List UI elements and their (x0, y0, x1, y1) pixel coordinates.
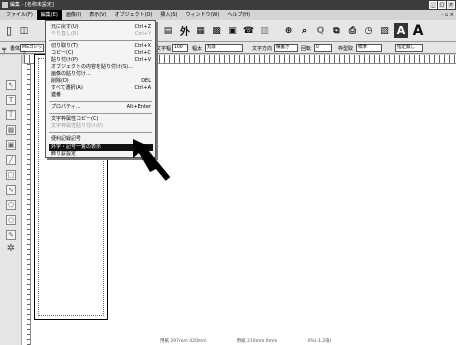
menu-item-paste-image[interactable]: 画像の貼り付け... (51, 71, 151, 78)
menu-item-redo[interactable]: やり直し(R) Ctrl+Y (51, 31, 151, 38)
menu-item-copy[interactable]: コピー(C) Ctrl+C (51, 50, 151, 57)
vertical-ruler (22, 64, 31, 345)
menu-help[interactable]: ヘルプ(H) (223, 10, 254, 20)
grid-icon[interactable]: ▥ (258, 23, 271, 38)
menu-item-select-all[interactable]: すべて選択(A) Ctrl+A (51, 85, 151, 92)
direction-label: 文字方向 (252, 46, 273, 52)
curve-tool-icon[interactable]: ∿ (6, 185, 16, 195)
large-a-icon[interactable]: A (411, 23, 425, 39)
brush-tool-icon[interactable]: ✎ (6, 230, 16, 240)
maximize-button[interactable]: □ (438, 1, 446, 9)
format-select[interactable]: 丸等 (205, 44, 243, 52)
rotation-select[interactable]: 0 (314, 44, 332, 52)
ellipse-tool-icon[interactable]: ○ (6, 215, 16, 225)
polygon-tool-icon[interactable]: ⬠ (6, 200, 16, 210)
spec-select[interactable]: 指定無し (395, 44, 423, 52)
zoom-icon[interactable]: ⌕ (298, 23, 311, 38)
application-window: 編集 - [名称未設定] _ □ × ファイル(F) 編集(E) 画像(I) 表… (0, 0, 456, 345)
menu-item-properties[interactable]: プロパティ... Alt+Enter (51, 104, 151, 111)
menu-insert[interactable]: 挿入(S) (156, 10, 181, 20)
print-icon[interactable]: ⎙ (346, 23, 359, 38)
menu-item-paste-object[interactable]: オブジェクトの内容を貼り付け(S)... (51, 64, 151, 71)
status-bar: 用紙 297mm 420mm 用紙 210mm 0mm 0%(-1.2倍) (160, 338, 456, 345)
new-icon[interactable]: ▯ (3, 23, 15, 38)
menu-edit[interactable]: 編集(E) (36, 10, 62, 20)
menu-separator (49, 101, 152, 102)
sort-icon[interactable]: ▧ (378, 23, 391, 38)
status-page-size: 用紙 297mm 420mm (160, 339, 207, 344)
mdi-controls[interactable]: - ▫ × (437, 10, 456, 20)
app-icon (2, 1, 8, 8)
menu-file[interactable]: ファイル(F) (2, 10, 37, 20)
menu-separator (49, 132, 152, 133)
pin-icon: ╤ (2, 45, 7, 53)
frame-label: 枠型取 (338, 46, 354, 52)
menu-separator (49, 40, 152, 41)
window-title: 編集 - [名称未設定] (10, 2, 54, 8)
star-tool-icon[interactable]: ✲ (6, 244, 16, 255)
minimize-button[interactable]: _ (429, 1, 437, 9)
frame-icon[interactable]: ▦ (194, 23, 207, 38)
format-label: 幅太 (192, 46, 203, 52)
vertical-text-icon[interactable]: Ｔ (6, 110, 16, 120)
menu-item-paste[interactable]: 貼り付け(P) Ctrl+V (51, 57, 151, 64)
open-icon[interactable]: ◫ (18, 23, 30, 38)
phone-icon[interactable]: ☎ (242, 23, 255, 38)
clock-icon[interactable]: ◷ (362, 23, 375, 38)
line-tool-icon[interactable]: ╱ (6, 155, 16, 165)
menu-view[interactable]: 表示(V) (85, 10, 110, 20)
globe-icon[interactable]: ⊕ (282, 23, 295, 38)
menu-item-copy-frame-attr[interactable]: 文字枠属性コピー(C) (51, 116, 151, 123)
image-icon[interactable]: ▣ (226, 23, 239, 38)
menu-item-paste-frame-attr[interactable]: 文字枠属性貼り付け(P) (51, 123, 151, 130)
menu-separator (49, 113, 152, 114)
letter-a-icon[interactable]: A (394, 23, 408, 38)
close-button[interactable]: × (447, 1, 455, 9)
menu-window[interactable]: ウィンドウ(W) (181, 10, 223, 20)
menu-bar: ファイル(F) 編集(E) 画像(I) 表示(V) オブジェクト(O) 挿入(S… (0, 10, 456, 20)
direction-select[interactable]: 横書き (274, 44, 298, 52)
menu-item-undo[interactable]: 元に戻す(U) Ctrl+Z (51, 24, 151, 31)
pointer-icon[interactable]: ↖ (6, 80, 16, 90)
outline-char-icon[interactable]: 外 (178, 23, 192, 38)
size-label: 文字幅 (156, 46, 172, 52)
tool-palette: ↖ T Ｔ ▦ ▣ ╱ □ ∿ ⬠ ○ ✎ ✲ (0, 55, 22, 345)
rect-tool-icon[interactable]: □ (6, 170, 16, 180)
menu-item-cut[interactable]: 切り取り(T) Ctrl+X (51, 43, 151, 50)
layout-icon[interactable]: ▤ (162, 23, 174, 38)
search-icon[interactable]: Q (314, 23, 327, 38)
menu-item-serial[interactable]: 連番 (51, 92, 151, 99)
text-icon[interactable]: T (6, 95, 16, 105)
cursor-arrow-icon (133, 139, 170, 181)
status-zoom: 0%(-1.2倍) (307, 339, 332, 344)
image-tool-icon[interactable]: ▣ (6, 140, 16, 150)
font-select[interactable]: MSゴシック (20, 44, 44, 56)
table-icon[interactable]: ▩ (210, 23, 223, 38)
menu-image[interactable]: 画像(I) (62, 10, 85, 20)
title-bar: 編集 - [名称未設定] _ □ × (0, 0, 456, 10)
frame-select[interactable]: 標準 (356, 44, 382, 52)
size-select[interactable]: 100 (172, 44, 188, 52)
menu-item-delete[interactable]: 削除(D) DEL (51, 78, 151, 85)
table-tool-icon[interactable]: ▦ (6, 125, 16, 135)
rotation-label: 回転 (301, 46, 312, 52)
copy-icon[interactable]: ⧉ (330, 23, 343, 38)
style-label: 書体 (10, 46, 21, 52)
menu-object[interactable]: オブジェクト(O) (111, 10, 157, 20)
status-cursor: 用紙 210mm 0mm (236, 339, 278, 344)
